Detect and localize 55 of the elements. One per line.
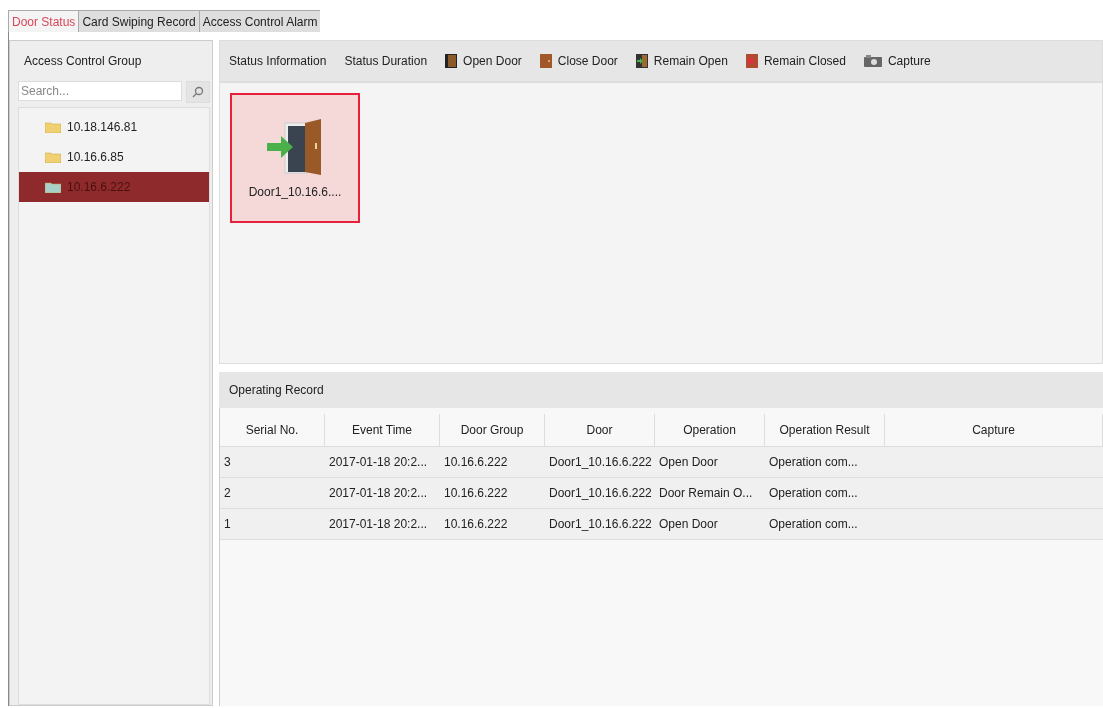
column-header[interactable]: Door Group	[440, 414, 545, 446]
door-icon	[635, 54, 648, 68]
table-cell-text: Door1_10.16.6.222	[548, 485, 653, 502]
door-icon	[539, 54, 552, 68]
search-field[interactable]: Search...	[18, 81, 182, 101]
table-cell-text: Door1_10.16.6.222	[548, 454, 653, 471]
column-header[interactable]: Door	[545, 414, 655, 446]
toolbar-button[interactable]: Close Door	[530, 41, 627, 81]
toolbar-button[interactable]: Remain Open	[626, 41, 737, 81]
tab[interactable]: Access Control Alarm	[198, 10, 321, 32]
door-icon	[445, 54, 458, 68]
tree-item[interactable]: 10.16.6.85	[19, 142, 209, 172]
column-header[interactable]: Operation Result	[765, 414, 885, 446]
door-label: Door1_10.16.6....	[248, 185, 342, 199]
column-header[interactable]: Capture	[885, 414, 1103, 446]
folder-icon	[45, 181, 61, 193]
table-cell-text: Open Door	[658, 454, 719, 471]
folder-icon	[45, 151, 61, 163]
table-cell-text: 2017-01-18 20:2...	[328, 485, 429, 502]
table-cell-text: 10.16.6.222	[443, 454, 509, 471]
table-cell-text: Door1_10.16.6.222	[548, 516, 653, 533]
table-cell-text: 10.16.6.222	[443, 485, 509, 502]
table-cell-text: 2017-01-18 20:2...	[328, 516, 429, 533]
table-cell-text: Door Remain O...	[658, 485, 754, 502]
table-cell-text: Operation com...	[768, 516, 859, 533]
table-cell-text: 10.16.6.222	[443, 516, 509, 533]
table-cell-text: Open Door	[658, 516, 719, 533]
toolbar-button[interactable]: Status Information	[220, 41, 336, 81]
table-cell-text: Operation com...	[768, 485, 859, 502]
tab[interactable]: Card Swiping Record	[78, 10, 199, 32]
panel-title: Access Control Group	[23, 53, 143, 70]
door-tile[interactable]: Door1_10.16.6....	[230, 93, 360, 223]
column-header[interactable]: Operation	[655, 414, 765, 446]
column-header[interactable]: Serial No.	[220, 414, 325, 446]
toolbar-button[interactable]: Status Duration	[335, 41, 437, 81]
search-button[interactable]	[186, 81, 210, 103]
column-header[interactable]: Event Time	[325, 414, 440, 446]
table-cell-text: 2	[223, 485, 232, 502]
table-cell-text: 2017-01-18 20:2...	[328, 454, 429, 471]
tree-item-label: 10.16.6.222	[67, 180, 131, 194]
door-icon	[745, 54, 758, 68]
toolbar-button[interactable]: Remain Closed	[736, 41, 855, 81]
folder-icon	[45, 121, 61, 133]
toolbar-button[interactable]: Open Door	[436, 41, 531, 81]
table-cell-text: 1	[223, 516, 232, 533]
camera-icon	[863, 55, 882, 67]
tree-item-label: 10.16.6.85	[67, 150, 124, 164]
tab[interactable]: Door Status	[8, 10, 79, 32]
tree-item[interactable]: 10.18.146.81	[19, 112, 209, 142]
table-cell-text: 3	[223, 454, 232, 471]
search-icon	[192, 86, 204, 98]
table-cell-text: Operation com...	[768, 454, 859, 471]
section-title: Operating Record	[219, 372, 1103, 408]
toolbar-button[interactable]: Capture	[854, 41, 940, 81]
tree-item-label: 10.18.146.81	[67, 120, 138, 134]
